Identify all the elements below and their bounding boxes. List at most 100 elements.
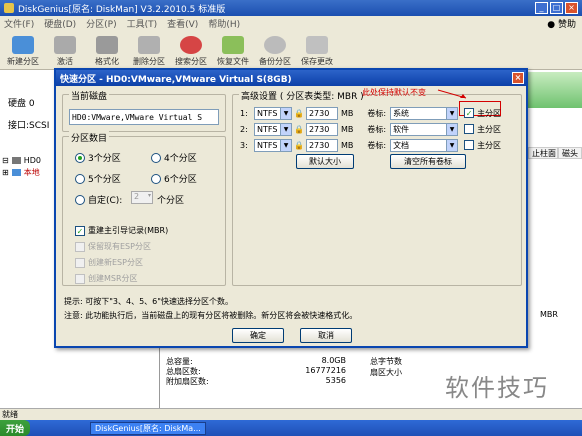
toolbar-label: 恢复文件 [217, 57, 249, 66]
sponsor-link[interactable]: ● 赞助 [547, 17, 576, 30]
clear-labels-button[interactable]: 清空所有卷标 [390, 154, 466, 169]
app-titlebar: DiskGenius[原名: DiskMan] V3.2.2010.5 标准版 … [0, 0, 582, 16]
format-button[interactable]: 格式化 [88, 31, 126, 69]
volume-label-caption: 卷标: [367, 108, 387, 118]
checkbox-label: 主分区 [477, 124, 502, 134]
disk-stats-right: 总字节数 扇区大小 [370, 356, 402, 378]
cancel-button[interactable]: 取消 [300, 328, 352, 343]
toolbar-label: 保存更改 [301, 57, 333, 66]
checkbox-box [75, 273, 85, 284]
partition-count-label: 分区数目 [69, 131, 110, 144]
radio-dot [75, 194, 85, 205]
activate-button[interactable]: 激活 [46, 31, 84, 69]
search-icon [180, 36, 202, 54]
disk-tree: ⊟ HD0 ⊞ 本地 [2, 154, 41, 178]
maximize-button[interactable]: □ [550, 2, 563, 14]
new-partition-button[interactable]: 新建分区 [4, 31, 42, 69]
checkbox-box [464, 140, 475, 150]
menu-bar: 文件(F) 硬盘(D) 分区(P) 工具(T) 查看(V) 帮助(H) ● 赞助 [0, 16, 582, 30]
fs-select[interactable]: NTFS ▼ [254, 106, 292, 120]
trash-icon [138, 36, 160, 54]
tree-node-label: HD0 [23, 155, 41, 165]
taskbar: 开始 DiskGenius[原名: DiskMa... [0, 420, 582, 436]
menu-view[interactable]: 查看(V) [167, 17, 198, 30]
radio-3-partitions[interactable]: 3个分区 [75, 151, 121, 164]
backup-partition-button[interactable]: 备份分区 [256, 31, 294, 69]
partition-bar[interactable] [520, 72, 582, 108]
partition-row: 3: NTFS ▼ 🔒 2730 MB 卷标: 文档 ▼ 主分区 [240, 138, 501, 152]
backup-icon [264, 36, 286, 54]
toolbar-label: 新建分区 [7, 57, 39, 66]
size-field[interactable]: 2730 [305, 138, 338, 152]
annotation-note: 此处保持默认不变 [362, 88, 426, 97]
volume-label-select[interactable]: 系统 ▼ [390, 106, 459, 120]
recover-files-button[interactable]: 恢复文件 [214, 31, 252, 69]
menu-help[interactable]: 帮助(H) [208, 17, 240, 30]
checkbox-label: 重建主引导记录(MBR) [88, 226, 169, 235]
minimize-button[interactable]: _ [535, 2, 548, 14]
radio-label: 4个分区 [164, 154, 197, 164]
volume-label-select[interactable]: 文档 ▼ [390, 138, 459, 152]
checkbox-box [75, 241, 85, 252]
disk-stats: 总容量: 8.0GB 总扇区数: 16777216 附加扇区数: 5356 [166, 356, 346, 386]
quick-partition-dialog: 快速分区 - HD0:VMware,VMware Virtual S(8GB) … [54, 68, 528, 348]
expand-icon[interactable]: ⊞ [2, 168, 9, 177]
save-changes-button[interactable]: 保存更改 [298, 31, 336, 69]
toolbar-label: 激活 [57, 57, 73, 66]
primary-partition-checkbox[interactable]: 主分区 [464, 140, 501, 151]
radio-4-partitions[interactable]: 4个分区 [151, 151, 197, 164]
tree-node-hd0[interactable]: ⊟ HD0 [2, 154, 41, 166]
tree-node-local[interactable]: ⊞ 本地 [2, 166, 41, 178]
lock-icon[interactable]: 🔒 [294, 141, 304, 150]
ok-button[interactable]: 确定 [232, 328, 284, 343]
size-value: 2730 [308, 124, 330, 134]
expand-icon[interactable]: ⊟ [2, 156, 9, 165]
radio-custom[interactable]: 自定(C): [75, 193, 122, 206]
disk-label: 硬盘 0 [8, 99, 35, 109]
radio-6-partitions[interactable]: 6个分区 [151, 172, 197, 185]
current-disk-group: 当前磁盘 HD0:VMware,VMware Virtual S [62, 89, 226, 132]
search-partition-button[interactable]: 搜索分区 [172, 31, 210, 69]
start-button[interactable]: 开始 [0, 420, 31, 436]
rebuild-mbr-checkbox[interactable]: ✓ 重建主引导记录(MBR) [75, 225, 168, 236]
primary-partition-checkbox[interactable]: 主分区 [464, 124, 501, 135]
size-field[interactable]: 2730 [305, 106, 338, 120]
lock-icon[interactable]: 🔒 [294, 125, 304, 134]
column-end-cylinder[interactable]: 止柱面 [528, 147, 558, 159]
checkbox-box: ✓ [464, 108, 475, 118]
radio-dot [75, 152, 85, 163]
column-head[interactable]: 磁头 [558, 147, 582, 159]
dialog-close-button[interactable]: × [512, 72, 524, 84]
menu-file[interactable]: 文件(F) [4, 17, 34, 30]
primary-partition-checkbox[interactable]: ✓ 主分区 [464, 108, 501, 119]
size-field[interactable]: 2730 [305, 122, 338, 136]
app-title: DiskGenius[原名: DiskMan] V3.2.2010.5 标准版 [18, 4, 226, 15]
size-unit: MB [340, 140, 354, 150]
stat-value: 5356 [325, 376, 346, 385]
radio-5-partitions[interactable]: 5个分区 [75, 172, 121, 185]
taskbar-item-diskgenius[interactable]: DiskGenius[原名: DiskMa... [90, 421, 206, 435]
chevron-down-icon: ▼ [446, 107, 458, 119]
fs-select[interactable]: NTFS ▼ [254, 138, 292, 152]
create-esp-checkbox: 创建新ESP分区 [75, 257, 143, 268]
lock-icon[interactable]: 🔒 [294, 109, 304, 118]
custom-count-spinner[interactable]: 2 ▾ [131, 191, 153, 204]
start-label: 开始 [6, 424, 25, 435]
stat-key: 附加扇区数: [166, 377, 209, 386]
menu-partition[interactable]: 分区(P) [86, 17, 116, 30]
close-button[interactable]: × [565, 2, 578, 14]
fs-value: NTFS [257, 124, 278, 134]
menu-disk[interactable]: 硬盘(D) [44, 17, 76, 30]
fs-select[interactable]: NTFS ▼ [254, 122, 292, 136]
delete-partition-button[interactable]: 删除分区 [130, 31, 168, 69]
checkbox-box: ✓ [75, 225, 85, 236]
stat-value: 16777216 [305, 366, 346, 375]
radio-label: 3个分区 [88, 154, 121, 164]
disk-icon [11, 156, 21, 164]
default-size-button[interactable]: 默认大小 [296, 154, 354, 169]
save-icon [306, 36, 328, 54]
stat-value: 8.0GB [321, 356, 346, 365]
stat-key: 总容量: [166, 357, 193, 366]
volume-label-select[interactable]: 软件 ▼ [390, 122, 459, 136]
menu-tools[interactable]: 工具(T) [127, 17, 158, 30]
